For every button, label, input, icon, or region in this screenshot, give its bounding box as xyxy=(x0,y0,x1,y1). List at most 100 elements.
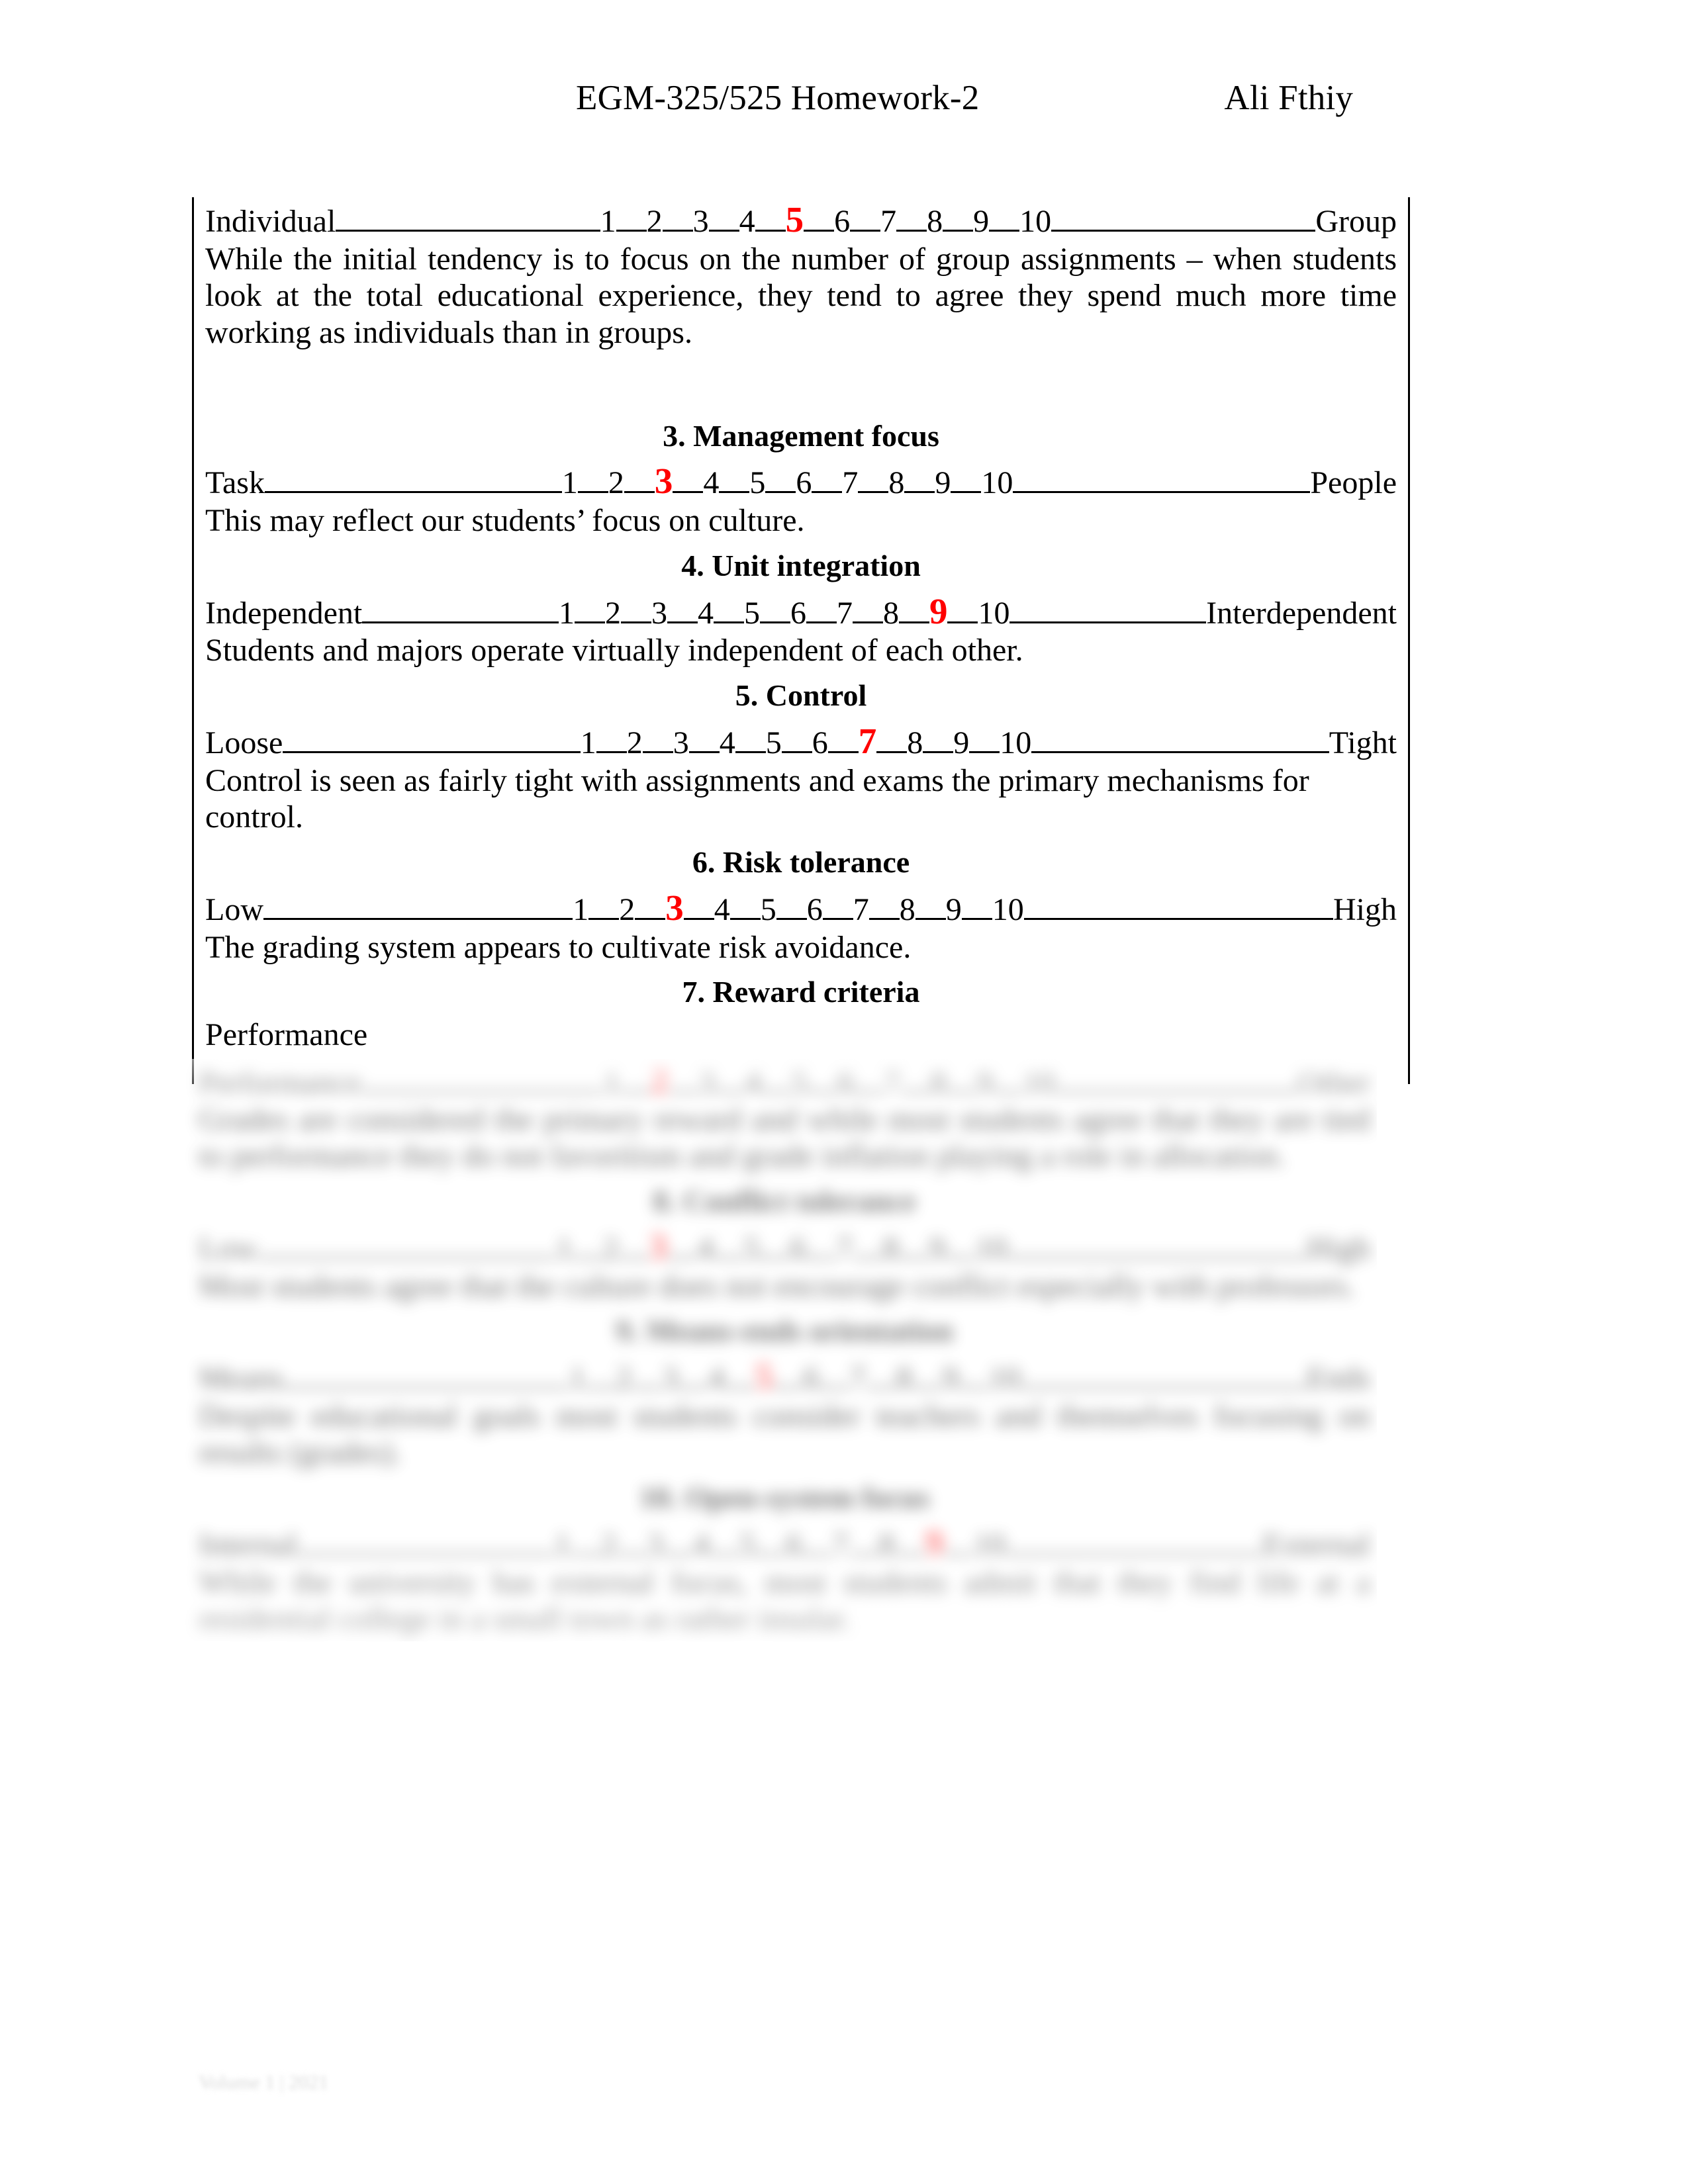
scale-tick-1[interactable]: 1 xyxy=(600,203,616,240)
scale-tick-6[interactable]: 6 xyxy=(796,465,812,502)
scale-tick-9[interactable]: 9 xyxy=(935,465,951,502)
scale-tick-2[interactable]: 2 xyxy=(605,595,621,632)
scale-tick-7[interactable]: 7 xyxy=(837,1230,853,1267)
scale-tick-7[interactable]: 7 xyxy=(842,465,858,502)
scale-tick-2[interactable]: 2 xyxy=(650,1059,669,1101)
scale-tick-2[interactable]: 2 xyxy=(616,1360,632,1397)
scale-tick-6[interactable]: 6 xyxy=(812,725,828,762)
scale-tick-8[interactable]: 8 xyxy=(927,203,943,240)
scale-tick-6[interactable]: 6 xyxy=(834,203,850,240)
scale-tick-1[interactable]: 1 xyxy=(569,1360,585,1397)
scale-tick-8[interactable]: 8 xyxy=(888,465,904,502)
scale-tick-1[interactable]: 1 xyxy=(581,725,596,762)
scale-tick-4[interactable]: 4 xyxy=(714,891,730,929)
scale-tick-5[interactable]: 5 xyxy=(740,1527,756,1564)
scale-tick-2[interactable]: 2 xyxy=(608,465,624,502)
scale-tick-8[interactable]: 8 xyxy=(883,1230,899,1267)
scale-tick-4[interactable]: 4 xyxy=(703,465,719,502)
scale-tick-label: 10 xyxy=(978,595,1010,631)
scale-tick-3[interactable]: 3 xyxy=(665,887,684,929)
scale-tick-9[interactable]: 9 xyxy=(973,203,989,240)
scale-left-anchor: Internal xyxy=(199,1527,298,1563)
scale-tick-10[interactable]: 10 xyxy=(1000,725,1031,762)
scale-tick-3[interactable]: 3 xyxy=(699,1064,715,1101)
scale-tick-6[interactable]: 6 xyxy=(838,1064,854,1101)
scale-tick-label: 8 xyxy=(896,1361,912,1396)
scale-tick-10[interactable]: 10 xyxy=(976,1230,1008,1267)
scale-tick-9[interactable]: 9 xyxy=(925,1522,944,1565)
scale-tick-1[interactable]: 1 xyxy=(573,891,588,929)
scale-tick-9[interactable]: 9 xyxy=(977,1064,993,1101)
scale-tick-5[interactable]: 5 xyxy=(786,199,804,241)
scale-tick-1[interactable]: 1 xyxy=(555,1527,571,1564)
scale-tick-8[interactable]: 8 xyxy=(907,725,923,762)
scale-tick-8[interactable]: 8 xyxy=(896,1360,912,1397)
scale-tick-3[interactable]: 3 xyxy=(647,1527,663,1564)
scale-tick-1[interactable]: 1 xyxy=(604,1064,620,1101)
scale-tick-8[interactable]: 8 xyxy=(883,595,899,632)
scale-tick-1[interactable]: 1 xyxy=(562,465,578,502)
scale-tick-7[interactable]: 7 xyxy=(837,595,853,632)
scale-tick-10[interactable]: 10 xyxy=(978,595,1009,632)
scale-tick-3[interactable]: 3 xyxy=(655,460,673,502)
scale-tick-10[interactable]: 10 xyxy=(974,1527,1006,1564)
scale-lead-rule xyxy=(361,1061,604,1092)
scale-tick-4[interactable]: 4 xyxy=(698,1230,714,1267)
scale-tick-9[interactable]: 9 xyxy=(929,590,948,633)
scale-tick-9[interactable]: 9 xyxy=(929,1230,945,1267)
scale-tick-6[interactable]: 6 xyxy=(786,1527,802,1564)
scale-tick-3[interactable]: 3 xyxy=(673,725,689,762)
scale-tick-2[interactable]: 2 xyxy=(602,1230,618,1267)
scale-tick-2[interactable]: 2 xyxy=(601,1527,617,1564)
scale-tick-9[interactable]: 9 xyxy=(946,891,962,929)
scale-tick-10[interactable]: 10 xyxy=(992,891,1024,929)
scale-tick-9[interactable]: 9 xyxy=(953,725,969,762)
scale-tick-4[interactable]: 4 xyxy=(739,203,755,240)
scale-tick-7[interactable]: 7 xyxy=(850,1360,866,1397)
scale-tick-10[interactable]: 10 xyxy=(1023,1064,1055,1101)
scale-tail-rule xyxy=(1020,1357,1307,1389)
scale-tick-5[interactable]: 5 xyxy=(761,891,776,929)
scale-tick-5[interactable]: 5 xyxy=(749,465,765,502)
scale-tick-8[interactable]: 8 xyxy=(879,1527,895,1564)
scale-tick-1[interactable]: 1 xyxy=(556,1230,572,1267)
scale-right-anchor: Tight xyxy=(1329,725,1397,760)
scale-tick-1[interactable]: 1 xyxy=(559,595,575,632)
scale-tick-label: 1 xyxy=(569,1361,586,1396)
scale-segment-rule xyxy=(876,722,908,753)
section-heading: 7. Reward criteria xyxy=(682,975,920,1009)
scale-tick-9[interactable]: 9 xyxy=(943,1360,959,1397)
scale-tick-7[interactable]: 7 xyxy=(853,891,869,929)
scale-tick-6[interactable]: 6 xyxy=(790,1230,806,1267)
scale-tick-2[interactable]: 2 xyxy=(647,203,663,240)
scale-tick-4[interactable]: 4 xyxy=(708,1360,724,1397)
scale-tick-2[interactable]: 2 xyxy=(627,725,643,762)
scale-tick-8[interactable]: 8 xyxy=(931,1064,947,1101)
scale-tick-6[interactable]: 6 xyxy=(807,891,823,929)
scale-tick-10[interactable]: 10 xyxy=(1019,203,1051,240)
scale-tick-6[interactable]: 6 xyxy=(790,595,806,632)
scale-tick-3[interactable]: 3 xyxy=(651,595,667,632)
scale-tick-4[interactable]: 4 xyxy=(720,725,735,762)
scale-tick-4[interactable]: 4 xyxy=(745,1064,761,1101)
scale-tick-7[interactable]: 7 xyxy=(833,1527,849,1564)
scale-tick-10[interactable]: 10 xyxy=(989,1360,1021,1397)
scale-tick-3[interactable]: 3 xyxy=(662,1360,678,1397)
scale-tick-4[interactable]: 4 xyxy=(698,595,714,632)
scale-tick-10[interactable]: 10 xyxy=(981,465,1013,502)
scale-tick-6[interactable]: 6 xyxy=(804,1360,820,1397)
scale-tick-5[interactable]: 5 xyxy=(766,725,782,762)
scale-tick-4[interactable]: 4 xyxy=(694,1527,710,1564)
scale-tick-8[interactable]: 8 xyxy=(900,891,915,929)
scale-tick-7[interactable]: 7 xyxy=(859,720,877,762)
scale-tick-5[interactable]: 5 xyxy=(792,1064,808,1101)
scale-tick-3[interactable]: 3 xyxy=(649,1226,667,1268)
scale-tick-5[interactable]: 5 xyxy=(755,1355,773,1398)
scale-tick-2[interactable]: 2 xyxy=(619,891,635,929)
scale-tick-7[interactable]: 7 xyxy=(880,203,896,240)
scale-tick-5[interactable]: 5 xyxy=(744,595,760,632)
scale-segment-rule xyxy=(852,592,883,623)
scale-tick-3[interactable]: 3 xyxy=(693,203,709,240)
scale-tick-7[interactable]: 7 xyxy=(884,1064,900,1101)
scale-tick-5[interactable]: 5 xyxy=(744,1230,760,1267)
